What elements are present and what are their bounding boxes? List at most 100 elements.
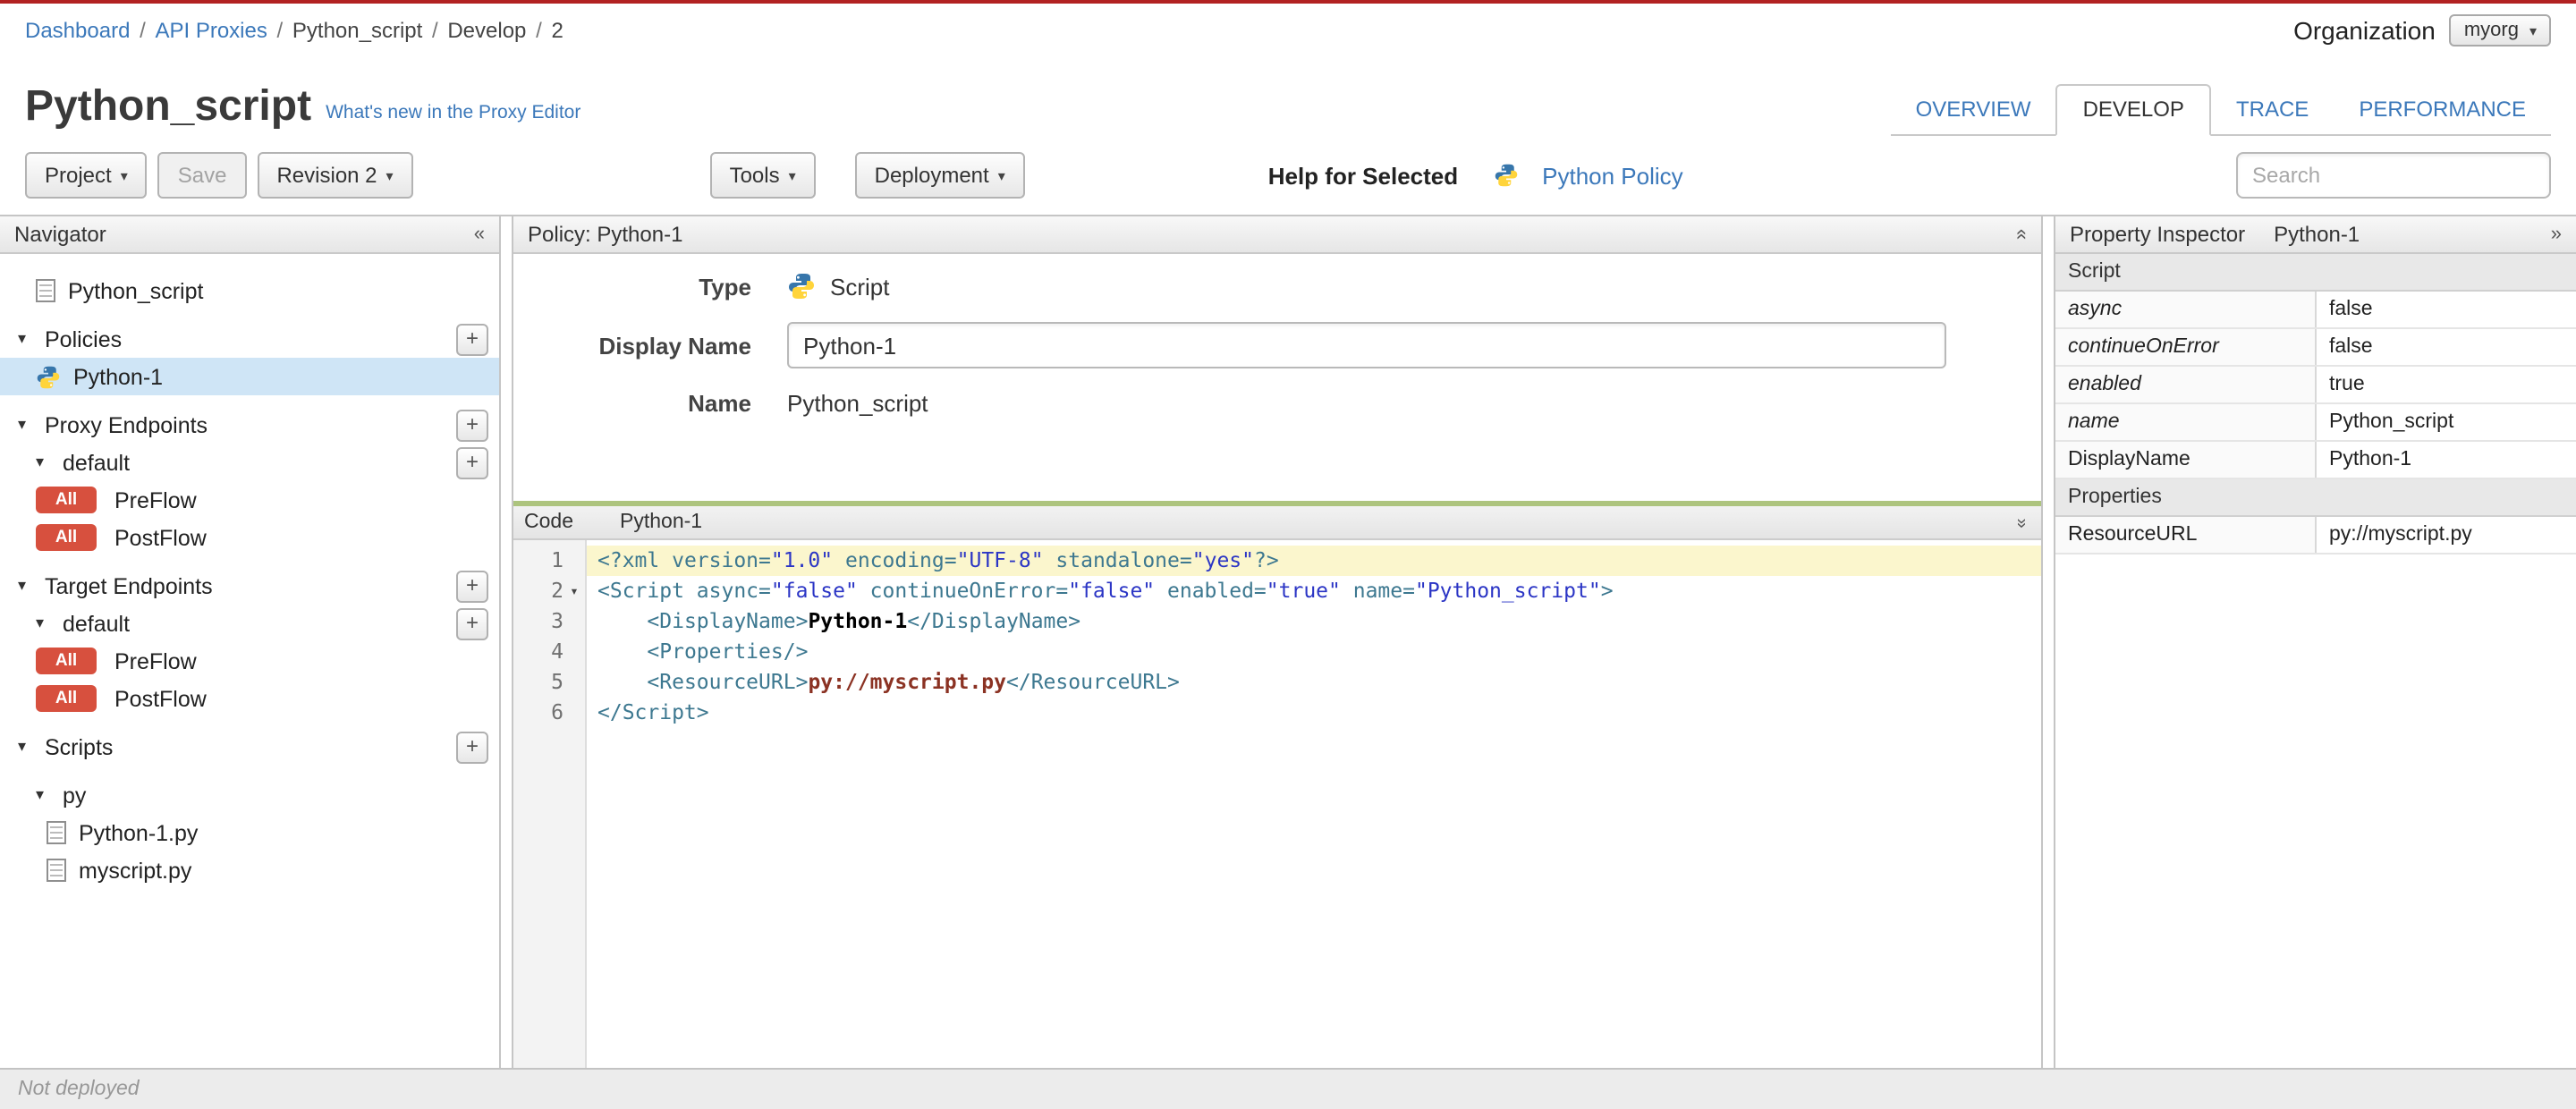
nav-item-py[interactable]: ▾ py (0, 776, 499, 814)
chevron-down-icon[interactable]: » (2012, 517, 2031, 527)
collapse-up-icon[interactable]: « (2011, 229, 2032, 240)
tree-caret-icon[interactable]: ▾ (18, 576, 34, 596)
property-row-async: async false (2055, 291, 2576, 329)
python-policy-help-link[interactable]: Python Policy (1542, 162, 1683, 189)
tools-button[interactable]: Tools ▾ (709, 152, 816, 199)
nav-item-python-1-py[interactable]: Python-1.py (0, 814, 499, 851)
code-token: py://myscript.py (808, 669, 1006, 694)
save-button[interactable]: Save (157, 152, 247, 199)
add-default-button[interactable]: + (456, 607, 488, 639)
type-label: Type (699, 273, 751, 300)
code-token: "false" (1068, 578, 1156, 603)
code-lines: <?xml version="1.0" encoding="UTF-8" sta… (587, 540, 2041, 1068)
line-number: 3 (551, 608, 564, 633)
nav-item-myscript-py[interactable]: myscript.py (0, 851, 499, 889)
tree-caret-icon[interactable]: ▾ (36, 785, 52, 805)
tree-caret-icon[interactable]: ▾ (36, 614, 52, 633)
app-window: Dashboard / API Proxies / Python_script … (0, 0, 2576, 1109)
revision-button[interactable]: Revision 2 ▾ (257, 152, 413, 199)
tree-caret-icon[interactable]: ▾ (18, 415, 34, 435)
page-title: Python_script (25, 82, 312, 131)
property-section-properties: Properties (2055, 478, 2576, 517)
tree-caret-icon[interactable]: ▾ (36, 453, 52, 472)
property-value[interactable]: Python_script (2316, 403, 2576, 442)
expand-right-icon[interactable]: » (2551, 224, 2562, 245)
whats-new-link[interactable]: What's new in the Proxy Editor (326, 102, 580, 123)
fold-toggle-icon[interactable]: ▾ (564, 576, 585, 606)
add-proxy-endpoints-button[interactable]: + (456, 409, 488, 441)
line-number: 5 (551, 669, 564, 694)
main-area: Navigator « Python_script ▾ Policies + Pytho… (0, 215, 2576, 1068)
code-token: version= (672, 547, 771, 572)
property-value[interactable]: false (2316, 328, 2576, 367)
property-row-name: name Python_script (2055, 403, 2576, 442)
code-token: <Script (597, 578, 697, 603)
property-value[interactable]: true (2316, 366, 2576, 404)
tab-overview[interactable]: OVERVIEW (1891, 86, 2056, 134)
nav-item-label: py (63, 783, 87, 808)
add-default-button[interactable]: + (456, 446, 488, 478)
tab-bar: OVERVIEW DEVELOP TRACE PERFORMANCE (1890, 84, 2551, 136)
nav-item-python-1[interactable]: Python-1 (0, 358, 499, 395)
status-bar: Not deployed (0, 1068, 2576, 1109)
breadcrumb-row: Dashboard / API Proxies / Python_script … (0, 4, 2576, 54)
tab-trace[interactable]: TRACE (2211, 86, 2334, 134)
code-token: name= (1340, 578, 1415, 603)
tab-performance[interactable]: PERFORMANCE (2334, 86, 2551, 134)
nav-item-preflow[interactable]: All PreFlow (0, 481, 499, 519)
nav-item-postflow[interactable]: All PostFlow (0, 680, 499, 717)
policy-form: Type Script Display Name Name Python_scr… (513, 254, 2041, 501)
add-scripts-button[interactable]: + (456, 731, 488, 763)
organization-select[interactable]: myorg ▾ (2449, 14, 2551, 47)
property-row-continueonerror: continueOnError false (2055, 328, 2576, 367)
nav-item-target-endpoints[interactable]: ▾ Target Endpoints + (0, 567, 499, 605)
code-token: continueOnError= (857, 578, 1069, 603)
pane-splitter[interactable] (501, 216, 512, 1068)
breadcrumb-item-dashboard[interactable]: Dashboard (25, 18, 130, 43)
code-gutter: 1 2 ▾ 3 4 5 6 (513, 540, 587, 1068)
deployment-button[interactable]: Deployment ▾ (854, 152, 1025, 199)
nav-item-postflow[interactable]: All PostFlow (0, 519, 499, 556)
tab-develop[interactable]: DEVELOP (2055, 84, 2211, 136)
search-input[interactable] (2236, 152, 2551, 199)
tree-caret-icon[interactable]: ▾ (18, 737, 34, 757)
pane-splitter[interactable] (2043, 216, 2054, 1068)
nav-item-label: Scripts (45, 734, 114, 759)
property-value[interactable]: py://myscript.py (2316, 516, 2576, 554)
property-value[interactable]: false (2316, 291, 2576, 329)
property-section-script: Script (2055, 254, 2576, 292)
nav-item-python-script[interactable]: Python_script (0, 272, 499, 309)
nav-item-default[interactable]: ▾ default + (0, 605, 499, 642)
nav-item-label: default (63, 611, 131, 636)
nav-item-preflow[interactable]: All PreFlow (0, 642, 499, 680)
property-name: continueOnError (2055, 328, 2317, 367)
breadcrumb-item-api-proxies[interactable]: API Proxies (155, 18, 267, 43)
property-inspector-title: Property Inspector (2070, 222, 2246, 247)
display-name-input[interactable] (787, 322, 1946, 368)
project-button[interactable]: Project ▾ (25, 152, 148, 199)
add-target-endpoints-button[interactable]: + (456, 570, 488, 602)
code-token: </ResourceURL> (1006, 669, 1180, 694)
property-name: DisplayName (2055, 441, 2317, 479)
add-policies-button[interactable]: + (456, 323, 488, 355)
caret-down-icon: ▾ (386, 167, 394, 183)
nav-item-policies[interactable]: ▾ Policies + (0, 320, 499, 358)
organization-value: myorg (2463, 20, 2519, 41)
code-token: </Script> (597, 699, 709, 724)
code-editor[interactable]: 1 2 ▾ 3 4 5 6 <?xml version="1.0" encoding="UT… (513, 540, 2041, 1068)
name-value: Python_script (787, 390, 928, 417)
collapse-left-icon[interactable]: « (474, 224, 485, 245)
file-icon (47, 859, 66, 882)
flow-condition-badge: All (36, 524, 97, 551)
navigator-header: Navigator « (0, 216, 499, 254)
tree-caret-icon[interactable]: ▾ (18, 329, 34, 349)
navigator-pane: Navigator « Python_script ▾ Policies + Pytho… (0, 216, 501, 1068)
code-file-label: Python-1 (620, 512, 703, 533)
code-tab-label: Code (524, 512, 573, 533)
property-value[interactable]: Python-1 (2316, 441, 2576, 479)
nav-item-scripts[interactable]: ▾ Scripts + (0, 728, 499, 766)
nav-item-default[interactable]: ▾ default + (0, 444, 499, 481)
nav-item-proxy-endpoints[interactable]: ▾ Proxy Endpoints + (0, 406, 499, 444)
nav-item-label: Python-1.py (79, 820, 199, 845)
